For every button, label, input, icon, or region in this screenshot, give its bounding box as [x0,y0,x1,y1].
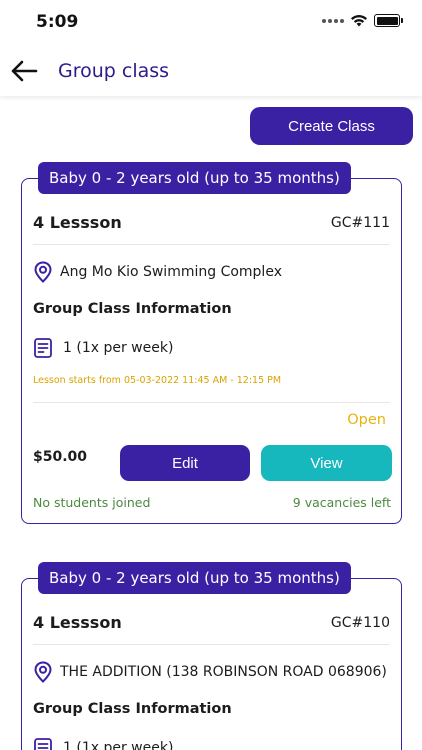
class-card: Baby 0 - 2 years old (up to 35 months) 4… [21,162,402,524]
edit-button[interactable]: Edit [120,445,250,481]
students-joined-text: No students joined [33,495,151,510]
divider [33,402,390,403]
location-pin-icon [33,261,53,283]
class-card: Baby 0 - 2 years old (up to 35 months) 4… [21,562,402,750]
vacancies-text: 9 vacancies left [292,495,391,510]
class-code: GC#110 [330,615,390,631]
page-title: Group class [58,60,170,82]
venue-row: THE ADDITION (138 ROBINSON ROAD 068906) [33,661,390,683]
arrow-left-icon [11,60,38,82]
wifi-icon [351,15,367,27]
status-time: 5:09 [36,12,79,32]
back-button[interactable] [8,56,40,86]
venue-name: Ang Mo Kio Swimming Complex [60,264,282,280]
class-code: GC#111 [330,215,390,231]
location-pin-icon [33,661,53,683]
status-bar: 5:09 [0,0,422,46]
frequency-row: 1 (1x per week) [33,737,173,750]
price: $50.00 [33,449,88,465]
battery-icon [374,14,403,27]
status-icons [322,14,403,27]
info-heading: Group Class Information [33,701,232,717]
document-icon [33,737,53,750]
cellular-signal-icon [322,18,344,23]
nav-bar: Group class [0,46,422,96]
age-group-badge: Baby 0 - 2 years old (up to 35 months) [38,562,351,594]
lesson-count: 4 Lessson [33,213,122,232]
info-heading: Group Class Information [33,301,232,317]
view-button[interactable]: View [261,445,392,481]
card-header: 4 Lessson GC#110 [33,611,390,645]
lesson-start-time: Lesson starts from 05-03-2022 11:45 AM -… [33,375,282,386]
status-badge: Open [347,412,386,428]
age-group-badge: Baby 0 - 2 years old (up to 35 months) [38,162,351,194]
frequency-row: 1 (1x per week) [33,337,173,359]
card-header: 4 Lessson GC#111 [33,211,390,245]
venue-name: THE ADDITION (138 ROBINSON ROAD 068906) [60,664,387,680]
frequency-text: 1 (1x per week) [63,740,174,750]
lesson-count: 4 Lessson [33,613,122,632]
frequency-text: 1 (1x per week) [63,340,174,356]
venue-row: Ang Mo Kio Swimming Complex [33,261,390,283]
document-icon [33,337,53,359]
create-class-button[interactable]: Create Class [250,107,413,145]
